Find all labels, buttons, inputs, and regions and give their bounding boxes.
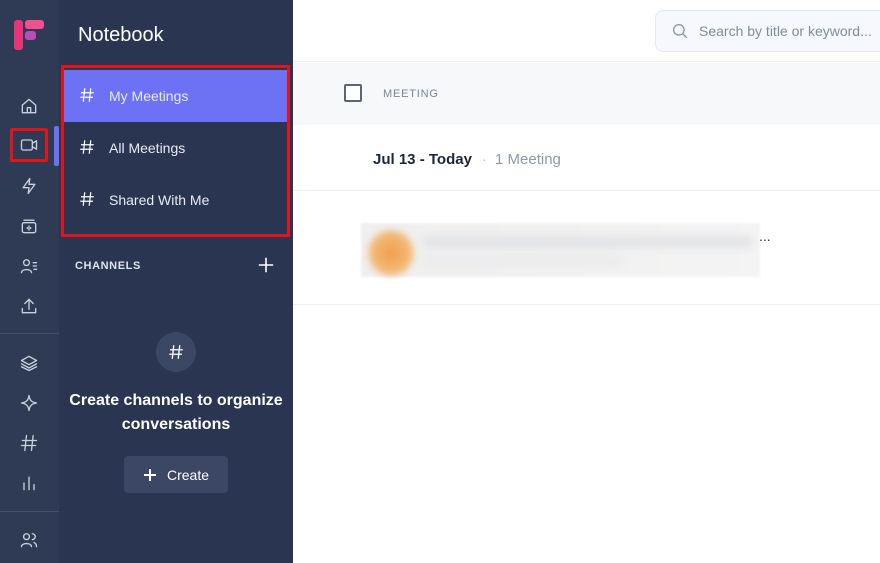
upload-icon[interactable] <box>14 291 44 321</box>
people-list-icon[interactable] <box>14 251 44 281</box>
lightning-icon[interactable] <box>14 171 44 201</box>
rail-divider <box>0 511 59 512</box>
hashtag-icon <box>78 190 98 210</box>
search-icon <box>672 23 688 39</box>
top-bar: Search by title or keyword... <box>293 0 880 62</box>
date-separator: · <box>482 151 487 167</box>
hashtag-icon <box>169 345 183 359</box>
select-all-checkbox[interactable] <box>344 84 362 102</box>
main-panel: Search by title or keyword... MEETING Ju… <box>293 0 880 563</box>
video-camera-icon[interactable] <box>10 128 48 162</box>
table-row[interactable]: ... <box>293 192 880 305</box>
app-window: Notebook My Meetings All Meetings Shared… <box>0 0 880 563</box>
meeting-count: 1 Meeting <box>495 151 561 168</box>
blurred-meeting-content <box>361 223 760 277</box>
avatar <box>367 229 415 277</box>
rail-divider <box>0 333 59 334</box>
app-logo-icon[interactable] <box>12 18 46 52</box>
row-more-text: ... <box>759 228 771 244</box>
search-placeholder: Search by title or keyword... <box>699 23 872 39</box>
sidebar-item-label: Shared With Me <box>109 192 210 208</box>
plus-icon <box>258 257 274 273</box>
add-channel-button[interactable] <box>257 256 277 276</box>
hashtag-icon <box>78 138 98 158</box>
home-icon[interactable] <box>14 91 44 121</box>
notebook-sidebar: Notebook My Meetings All Meetings Shared… <box>59 0 293 563</box>
sidebar-title: Notebook <box>78 24 164 46</box>
create-channel-button[interactable]: Create <box>124 456 228 493</box>
sidebar-item-label: All Meetings <box>109 140 186 156</box>
hashtag-icon <box>78 86 98 106</box>
table-header: MEETING <box>293 63 880 125</box>
sidebar-item-shared-with-me[interactable]: Shared With Me <box>64 174 287 226</box>
sidebar-item-my-meetings[interactable]: My Meetings <box>64 70 287 122</box>
sidebar-item-label: My Meetings <box>109 88 189 104</box>
empty-text-line: Create channels to organize conversation… <box>69 392 283 433</box>
plus-icon <box>143 468 156 481</box>
blurred-title <box>423 236 753 248</box>
blurred-subtitle <box>423 256 623 266</box>
column-header-meeting: MEETING <box>383 88 439 100</box>
date-group-header: Jul 13 - Today · 1 Meeting <box>293 126 880 191</box>
layers-icon[interactable] <box>14 348 44 378</box>
search-input[interactable]: Search by title or keyword... <box>655 10 880 52</box>
team-icon[interactable] <box>14 525 44 555</box>
date-group-label: Jul 13 - Today <box>373 151 472 168</box>
channels-heading: CHANNELS <box>75 260 141 272</box>
icon-rail <box>0 0 59 563</box>
meeting-box-icon[interactable] <box>14 211 44 241</box>
channels-empty-icon <box>156 332 196 372</box>
sidebar-item-all-meetings[interactable]: All Meetings <box>64 122 287 174</box>
create-button-label: Create <box>166 466 210 483</box>
channels-empty-text: Create channels to organize conversation… <box>59 389 293 437</box>
sparkle-icon[interactable] <box>14 388 44 418</box>
bar-chart-icon[interactable] <box>14 468 44 498</box>
hashtag-icon[interactable] <box>14 428 44 458</box>
